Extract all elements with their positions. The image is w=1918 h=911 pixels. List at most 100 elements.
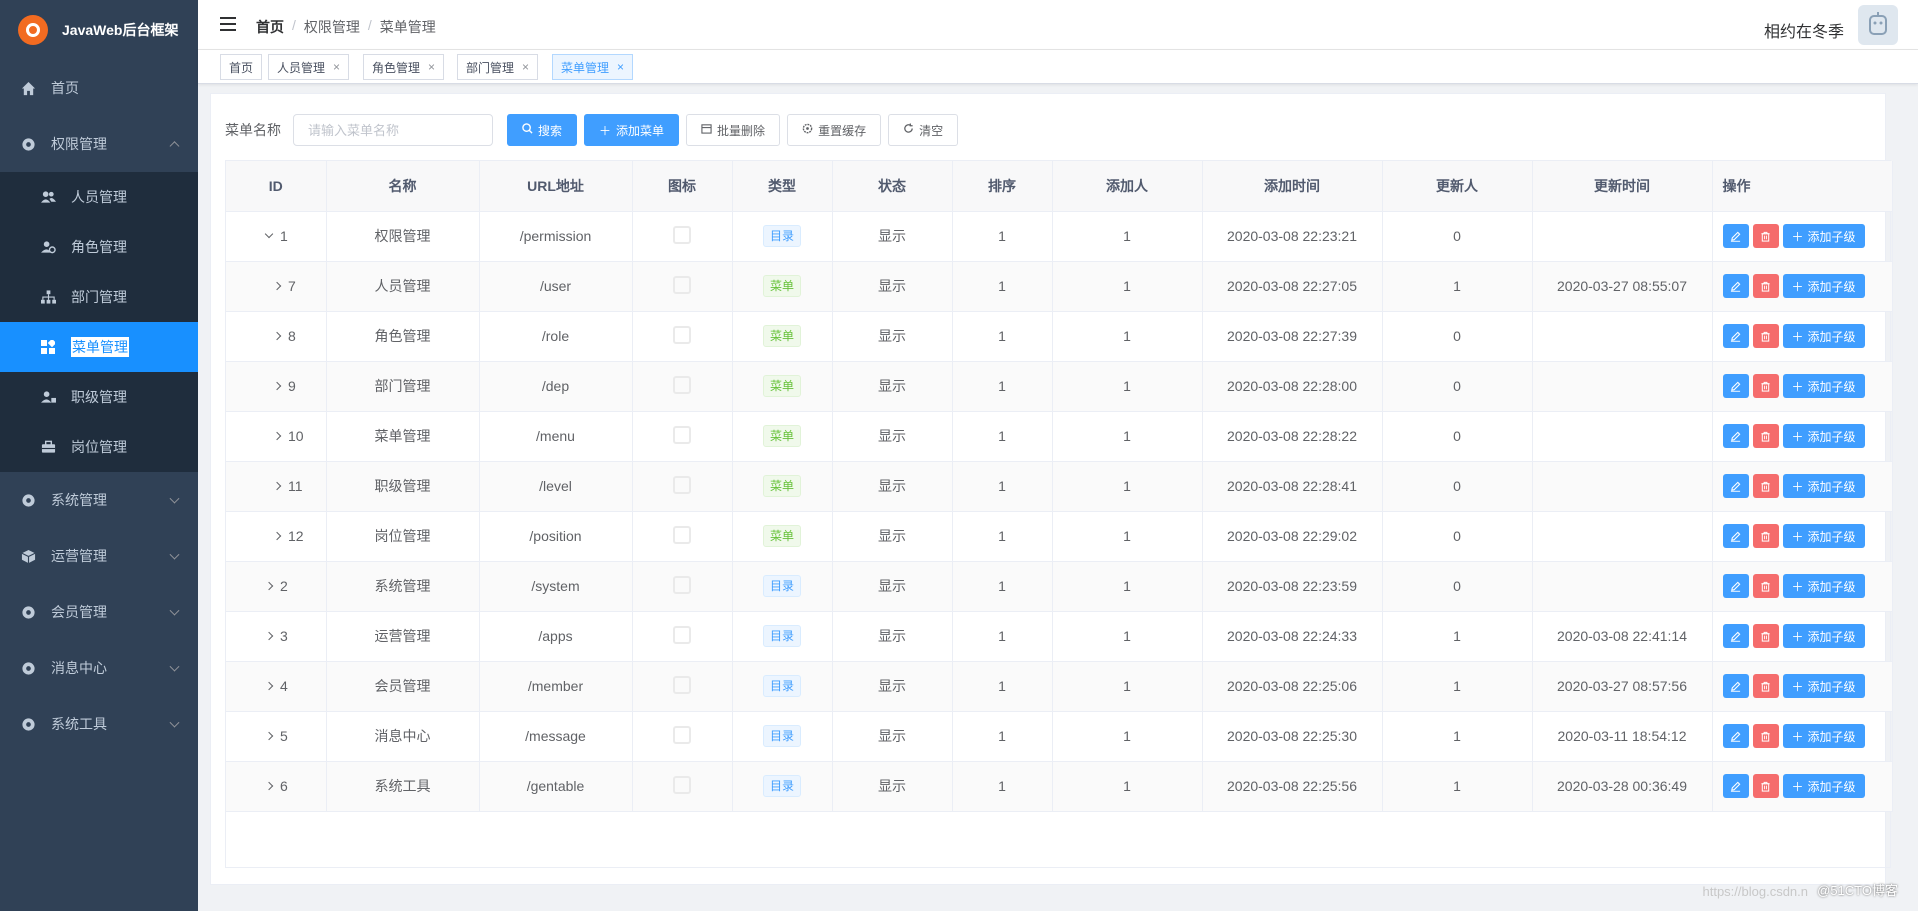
edit-button[interactable] [1722, 774, 1749, 798]
chevron-right-icon[interactable] [272, 532, 282, 541]
avatar[interactable] [1858, 5, 1898, 45]
table-row[interactable]: 10 菜单管理/menu 菜单 显示 1 1 2020-03-08 22:28:22 0 ＋添加… [226, 411, 1893, 462]
sidebar-item-menu-mgmt[interactable]: 菜单管理 [0, 322, 198, 372]
add-child-button[interactable]: ＋添加子级 [1782, 474, 1865, 498]
table-row[interactable]: 3 运营管理/apps 目录 显示 1 1 2020-03-08 22:24:33 1 2020… [226, 611, 1893, 662]
breadcrumb-item[interactable]: 首页 [256, 17, 284, 37]
table-row[interactable]: 4 会员管理/member 目录 显示 1 1 2020-03-08 22:25:06 1 20… [226, 661, 1893, 712]
table-row[interactable]: 11 职级管理/level 菜单 显示 1 1 2020-03-08 22:28:41 0 ＋添… [226, 461, 1893, 512]
chevron-right-icon[interactable] [272, 332, 282, 341]
menu-name-input[interactable] [293, 114, 493, 146]
sidebar-item-dept-mgmt[interactable]: 部门管理 [0, 272, 198, 322]
table-row[interactable]: 9 部门管理/dep 菜单 显示 1 1 2020-03-08 22:28:00 0 ＋添加子级 [226, 361, 1893, 412]
cell-status: 显示 [832, 461, 953, 512]
cell-id: 5 [226, 711, 327, 762]
clear-button[interactable]: 清空 [888, 114, 959, 146]
sidebar-item-level-mgmt[interactable]: 职级管理 [0, 372, 198, 422]
add-child-button[interactable]: ＋添加子级 [1782, 224, 1865, 248]
search-button[interactable]: 搜索 [507, 114, 578, 146]
chevron-right-icon[interactable] [272, 432, 282, 441]
hamburger-icon[interactable] [220, 17, 236, 31]
chevron-right-icon[interactable] [272, 382, 282, 391]
close-icon[interactable]: × [428, 60, 435, 74]
sidebar-item-member[interactable]: 会员管理 [0, 584, 198, 640]
sidebar-item-tools[interactable]: 系统工具 [0, 696, 198, 752]
delete-button[interactable] [1752, 674, 1779, 698]
chevron-right-icon[interactable] [264, 782, 274, 791]
delete-button[interactable] [1752, 574, 1779, 598]
add-menu-button[interactable]: ＋ 添加菜单 [584, 114, 680, 146]
reset-cache-button[interactable]: 重置缓存 [787, 114, 882, 146]
chevron-right-icon[interactable] [264, 732, 274, 741]
sidebar-item-user-mgmt[interactable]: 人员管理 [0, 172, 198, 222]
grid-icon [40, 339, 56, 355]
cell-status: 显示 [832, 411, 953, 462]
user-name[interactable]: 相约在冬季 [1764, 18, 1844, 42]
table-row[interactable]: 5 消息中心/message 目录 显示 1 1 2020-03-08 22:25:30 1 2… [226, 711, 1893, 762]
edit-button[interactable] [1722, 724, 1749, 748]
cell-id-value: 10 [288, 428, 304, 444]
delete-button[interactable] [1752, 374, 1779, 398]
sidebar-item-permission[interactable]: 权限管理 [0, 116, 198, 172]
edit-button[interactable] [1722, 574, 1749, 598]
edit-button[interactable] [1722, 324, 1749, 348]
delete-button[interactable] [1752, 324, 1779, 348]
batch-delete-button[interactable]: 批量删除 [686, 114, 781, 146]
table-row[interactable]: 6 系统工具/gentable 目录 显示 1 1 2020-03-08 22:25:56 1… [226, 761, 1893, 812]
tag-dept-mgmt[interactable]: 部门管理 × [457, 54, 539, 80]
delete-button[interactable] [1752, 724, 1779, 748]
add-child-button[interactable]: ＋添加子级 [1782, 624, 1865, 648]
tag-menu-mgmt[interactable]: 菜单管理 × [552, 54, 634, 80]
chevron-right-icon[interactable] [264, 682, 274, 691]
table-row[interactable]: 8 角色管理/role 菜单 显示 1 1 2020-03-08 22:27:39 0 ＋添加子… [226, 311, 1893, 362]
close-icon[interactable]: × [617, 60, 624, 74]
edit-button[interactable] [1722, 424, 1749, 448]
column-header: 图标 [632, 161, 733, 212]
delete-button[interactable] [1752, 774, 1779, 798]
add-child-button[interactable]: ＋添加子级 [1782, 674, 1865, 698]
add-child-button[interactable]: ＋添加子级 [1782, 424, 1865, 448]
delete-button[interactable] [1752, 424, 1779, 448]
sidebar-item-home[interactable]: 首页 [0, 60, 198, 116]
add-child-button[interactable]: ＋添加子级 [1782, 274, 1865, 298]
close-icon[interactable]: × [333, 60, 340, 74]
delete-button[interactable] [1752, 474, 1779, 498]
edit-button[interactable] [1722, 374, 1749, 398]
edit-button[interactable] [1722, 524, 1749, 548]
add-child-button[interactable]: ＋添加子级 [1782, 774, 1865, 798]
add-child-button[interactable]: ＋添加子级 [1782, 574, 1865, 598]
chevron-right-icon[interactable] [272, 482, 282, 491]
edit-button[interactable] [1722, 474, 1749, 498]
chevron-right-icon[interactable] [272, 282, 282, 291]
chevron-right-icon[interactable] [264, 582, 274, 591]
sidebar-item-position-mgmt[interactable]: 岗位管理 [0, 422, 198, 472]
delete-button[interactable] [1752, 524, 1779, 548]
tag-user-mgmt[interactable]: 人员管理 × [268, 54, 350, 80]
brand[interactable]: JavaWeb后台框架 [0, 0, 198, 60]
table-row[interactable]: 12 岗位管理/position 菜单 显示 1 1 2020-03-08 22:29:02… [226, 511, 1893, 562]
sidebar-item-system[interactable]: 系统管理 [0, 472, 198, 528]
chevron-right-icon[interactable] [264, 632, 274, 641]
sidebar-item-role-mgmt[interactable]: 角色管理 [0, 222, 198, 272]
add-child-button[interactable]: ＋添加子级 [1782, 724, 1865, 748]
add-child-button[interactable]: ＋添加子级 [1782, 524, 1865, 548]
delete-button[interactable] [1752, 274, 1779, 298]
delete-button[interactable] [1752, 224, 1779, 248]
edit-button[interactable] [1722, 274, 1749, 298]
edit-button[interactable] [1722, 674, 1749, 698]
chevron-down-icon[interactable] [264, 230, 274, 239]
sidebar-item-message[interactable]: 消息中心 [0, 640, 198, 696]
tag-home[interactable]: 首页 [220, 54, 263, 80]
add-child-button[interactable]: ＋添加子级 [1782, 324, 1865, 348]
add-child-button[interactable]: ＋添加子级 [1782, 374, 1865, 398]
cell-updater: 1 [1382, 261, 1533, 312]
delete-button[interactable] [1752, 624, 1779, 648]
edit-button[interactable] [1722, 624, 1749, 648]
table-row[interactable]: 1 权限管理/permission 目录 显示 1 1 2020-03-08 22:23:2… [226, 211, 1893, 262]
edit-button[interactable] [1722, 224, 1749, 248]
table-row[interactable]: 2 系统管理/system 目录 显示 1 1 2020-03-08 22:23:59 0 ＋添… [226, 561, 1893, 612]
close-icon[interactable]: × [522, 60, 529, 74]
table-row[interactable]: 7 人员管理/user 菜单 显示 1 1 2020-03-08 22:27:05 1 2020… [226, 261, 1893, 312]
sidebar-item-operations[interactable]: 运营管理 [0, 528, 198, 584]
tag-role-mgmt[interactable]: 角色管理 × [363, 54, 445, 80]
